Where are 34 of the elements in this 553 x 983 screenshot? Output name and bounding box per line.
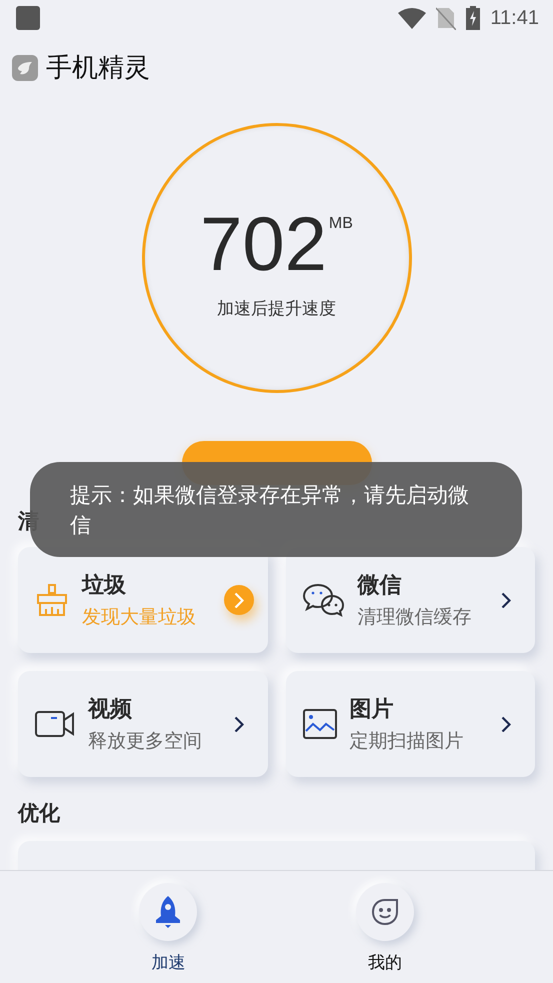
feature-card[interactable]: 视频 释放更多空间 (18, 671, 268, 777)
card-title: 微信 (358, 572, 402, 600)
chevron-icon (234, 592, 244, 608)
feature-card[interactable]: 微信 清理微信缓存 (286, 547, 535, 653)
app-logo-icon (12, 54, 38, 80)
no-sim-icon (436, 6, 456, 30)
card-subtitle: 发现大量垃圾 (82, 605, 197, 630)
card-title: 垃圾 (82, 572, 127, 600)
notification-icon (16, 6, 40, 30)
chevron-icon (501, 592, 511, 608)
broom-icon (34, 582, 70, 618)
feature-card[interactable]: 垃圾 发现大量垃圾 (18, 547, 268, 653)
battery-icon (466, 6, 480, 30)
card-subtitle: 定期扫描图片 (350, 729, 464, 754)
smiley-icon (370, 897, 400, 927)
chevron-icon (501, 716, 511, 732)
clock: 11:41 (490, 6, 539, 30)
memory-value: 702 (200, 206, 327, 282)
chat-bubbles-icon (302, 582, 346, 618)
feature-card[interactable]: 图片 定期扫描图片 (286, 671, 535, 777)
section-title: 优化 (18, 800, 60, 827)
card-subtitle: 清理微信缓存 (358, 605, 472, 630)
app-title: 手机精灵 (46, 52, 150, 85)
card-subtitle: 释放更多空间 (88, 729, 203, 754)
gauge-caption: 加速后提升速度 (217, 298, 336, 320)
arrow-button[interactable] (224, 585, 254, 615)
message-toast: 提示：如果微信登录存在异常，请先启动微信 (30, 462, 522, 557)
card-title: 图片 (350, 696, 394, 724)
image-icon (302, 708, 338, 740)
wifi-icon (398, 7, 426, 29)
video-camera-icon (34, 709, 76, 739)
card-title: 视频 (88, 696, 133, 724)
chevron-icon (234, 716, 244, 732)
memory-unit: MB (328, 214, 353, 232)
